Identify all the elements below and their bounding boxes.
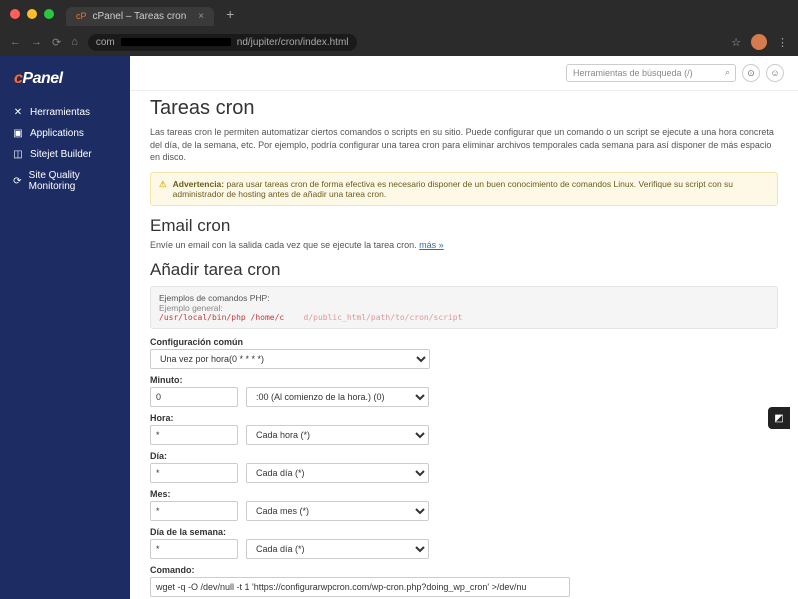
day-label: Día: [150, 451, 778, 461]
window-controls[interactable] [10, 9, 54, 19]
cpanel-logo[interactable]: Panel [0, 66, 130, 102]
notifications-button[interactable]: ⊙ [742, 64, 760, 82]
weekday-select[interactable]: Cada día (*) [246, 539, 429, 559]
minute-label: Minuto: [150, 375, 778, 385]
user-button[interactable]: ☺ [766, 64, 784, 82]
hour-label: Hora: [150, 413, 778, 423]
month-label: Mes: [150, 489, 778, 499]
cpanel-favicon: cP [76, 11, 87, 21]
sidebar-item-site-quality[interactable]: ⟳Site Quality Monitoring [0, 165, 130, 197]
weekday-label: Día de la semana: [150, 527, 778, 537]
browser-tab[interactable]: cP cPanel – Tareas cron × [66, 7, 214, 26]
command-input[interactable] [150, 577, 570, 597]
minute-select[interactable]: :00 (Al comienzo de la hora.) (0) [246, 387, 429, 407]
forward-icon[interactable]: → [31, 36, 42, 48]
apps-icon: ▣ [12, 128, 24, 139]
common-settings-label: Configuración común [150, 337, 778, 347]
search-input[interactable]: Herramientas de búsqueda (/) ⌕ [566, 64, 736, 82]
home-icon[interactable]: ⌂ [71, 36, 78, 48]
common-settings-select[interactable]: Una vez por hora(0 * * * *) [150, 349, 430, 369]
month-select[interactable]: Cada mes (*) [246, 501, 429, 521]
url-redacted [121, 38, 231, 46]
hour-input[interactable] [150, 425, 238, 445]
add-cron-heading: Añadir tarea cron [150, 260, 778, 280]
php-examples-box: Ejemplos de comandos PHP: Ejemplo genera… [150, 286, 778, 329]
email-more-link[interactable]: más » [419, 240, 444, 250]
close-icon[interactable]: × [198, 11, 204, 22]
sitejet-icon: ◫ [12, 149, 24, 160]
address-bar[interactable]: com nd/jupiter/cron/index.html [88, 34, 357, 51]
email-cron-heading: Email cron [150, 216, 778, 236]
day-select[interactable]: Cada día (*) [246, 463, 429, 483]
email-cron-text: Envíe un email con la salida cada vez qu… [150, 240, 778, 250]
warning-icon: ⚠ [159, 179, 167, 199]
sidebar-item-applications[interactable]: ▣Applications [0, 123, 130, 144]
hour-select[interactable]: Cada hora (*) [246, 425, 429, 445]
reload-icon[interactable]: ⟳ [52, 36, 61, 49]
command-label: Comando: [150, 565, 778, 575]
url-suffix: nd/jupiter/cron/index.html [237, 37, 349, 48]
sidebar-item-sitejet[interactable]: ◫Sitejet Builder [0, 144, 130, 165]
warning-alert: ⚠ Advertencia: para usar tareas cron de … [150, 172, 778, 206]
tools-icon: ✕ [12, 107, 24, 118]
month-input[interactable] [150, 501, 238, 521]
search-icon: ⌕ [725, 67, 730, 78]
sidebar-item-tools[interactable]: ✕Herramientas [0, 102, 130, 123]
day-input[interactable] [150, 463, 238, 483]
monitor-icon: ⟳ [12, 176, 23, 187]
menu-icon[interactable]: ⋮ [777, 36, 788, 49]
url-prefix: com [96, 37, 115, 48]
back-icon[interactable]: ← [10, 36, 21, 48]
profile-avatar[interactable] [751, 34, 767, 50]
star-icon[interactable]: ☆ [731, 36, 741, 49]
weekday-input[interactable] [150, 539, 238, 559]
intro-text: Las tareas cron le permiten automatizar … [150, 126, 778, 164]
minute-input[interactable] [150, 387, 238, 407]
new-tab-button[interactable]: + [226, 6, 234, 22]
tab-title: cPanel – Tareas cron [93, 11, 187, 22]
feedback-float-button[interactable]: ◩ [768, 407, 790, 429]
page-title: Tareas cron [150, 97, 778, 120]
